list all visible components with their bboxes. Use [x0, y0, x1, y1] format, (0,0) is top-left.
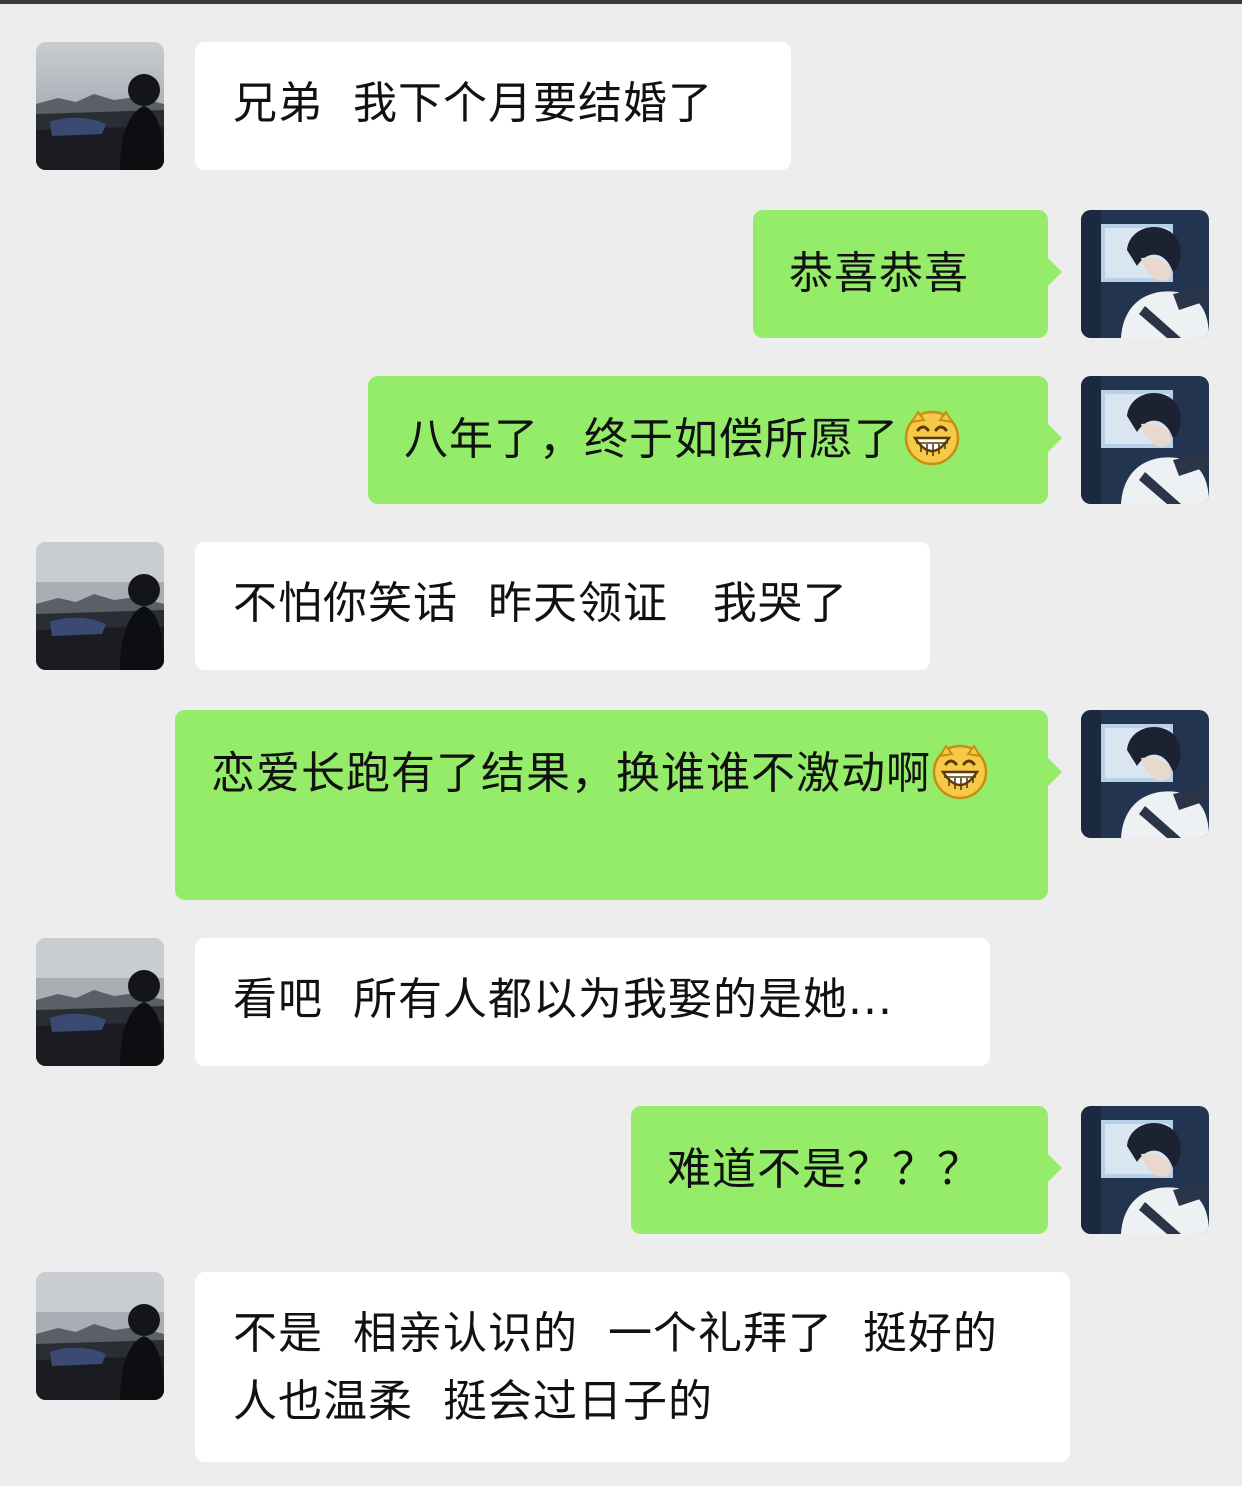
message-bubble-incoming[interactable]: 兄弟 我下个月要结婚了	[195, 42, 791, 170]
message-bubble-outgoing[interactable]: 恋爱长跑有了结果，换谁谁不激动啊	[175, 710, 1062, 900]
friend-avatar-icon	[36, 938, 164, 1066]
message-bubble-incoming[interactable]: 不怕你笑话 昨天领证 我哭了	[195, 542, 930, 670]
user-avatar-icon	[1081, 376, 1209, 504]
message-text: 不怕你笑话 昨天领证 我哭了	[233, 578, 848, 629]
friend-avatar[interactable]	[36, 938, 164, 1066]
message-bubble-incoming[interactable]: 不是 相亲认识的 一个礼拜了 挺好的 人也温柔 挺会过日子的	[195, 1272, 1070, 1462]
user-avatar[interactable]	[1081, 210, 1209, 338]
user-avatar[interactable]	[1081, 376, 1209, 504]
friend-avatar-icon	[36, 542, 164, 670]
grinning-face-emoji-icon	[903, 408, 961, 466]
message-bubble-outgoing[interactable]: 八年了，终于如偿所愿了	[368, 376, 1062, 504]
message-text: 恋爱长跑有了结果，换谁谁不激动啊	[211, 748, 931, 799]
user-avatar-icon	[1081, 210, 1209, 338]
user-avatar[interactable]	[1081, 1106, 1209, 1234]
message-text: 看吧 所有人都以为我娶的是她...	[233, 974, 893, 1025]
friend-avatar[interactable]	[36, 542, 164, 670]
user-avatar-icon	[1081, 710, 1209, 838]
grinning-face-emoji-icon	[931, 742, 989, 800]
message-bubble-outgoing[interactable]: 恭喜恭喜	[753, 210, 1062, 338]
friend-avatar-icon	[36, 1272, 164, 1400]
user-avatar[interactable]	[1081, 710, 1209, 838]
message-text: 恭喜恭喜	[789, 248, 969, 299]
message-text: 兄弟 我下个月要结婚了	[233, 78, 713, 129]
friend-avatar[interactable]	[36, 1272, 164, 1400]
message-bubble-outgoing[interactable]: 难道不是？？？	[631, 1106, 1062, 1234]
user-avatar-icon	[1081, 1106, 1209, 1234]
friend-avatar-icon	[36, 42, 164, 170]
friend-avatar[interactable]	[36, 42, 164, 170]
message-text: 不是 相亲认识的 一个礼拜了 挺好的 人也温柔 挺会过日子的	[233, 1308, 1013, 1427]
top-border	[0, 0, 1242, 4]
message-bubble-incoming[interactable]: 看吧 所有人都以为我娶的是她...	[195, 938, 990, 1066]
message-text: 难道不是？？？	[667, 1144, 982, 1195]
message-text: 八年了，终于如偿所愿了	[404, 414, 899, 465]
